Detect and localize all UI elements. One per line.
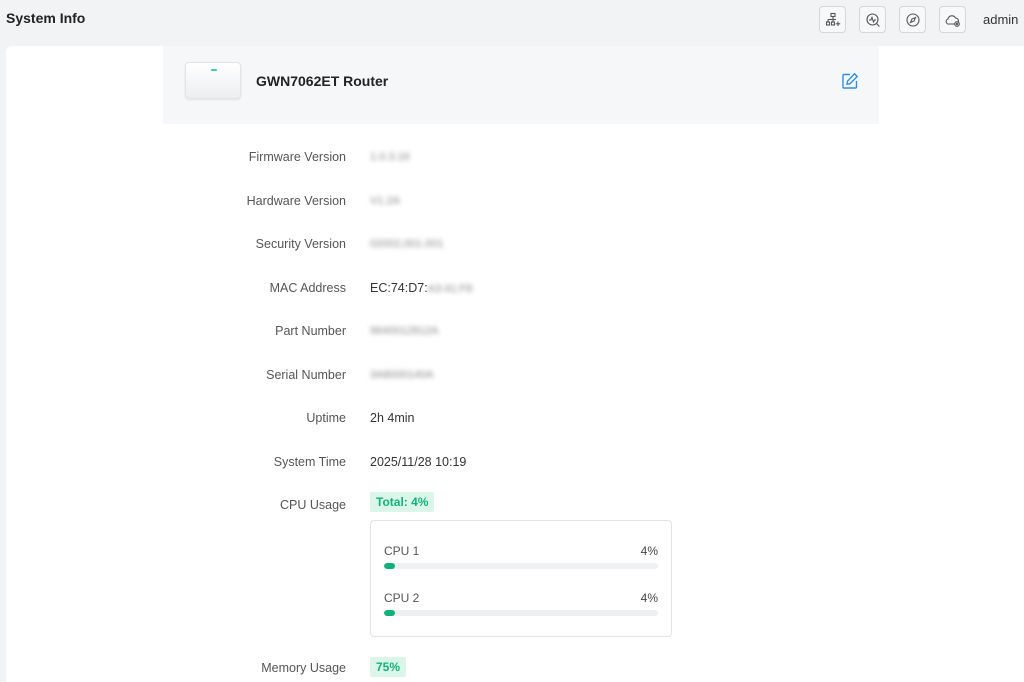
cpu-progress-bar <box>384 610 658 616</box>
compass-icon[interactable] <box>899 6 926 33</box>
cloud-icon[interactable] <box>939 6 966 33</box>
cpu-progress-fill <box>384 563 395 569</box>
cpu-progress-fill <box>384 610 395 616</box>
page-title: System Info <box>6 10 86 26</box>
cpu-percent: 4% <box>640 591 658 605</box>
mac-label: MAC Address <box>269 281 346 295</box>
cpu-usage-row: CPU Usage Total: 4% <box>0 492 1024 512</box>
mac-prefix: EC:74:D7: <box>370 281 428 295</box>
security-row: Security Version 02002,001.001 <box>0 234 1024 254</box>
router-image <box>185 62 241 99</box>
firmware-row: Firmware Version 1.0.3.16 <box>0 147 1024 167</box>
security-value: 02002,001.001 <box>370 238 444 250</box>
device-name: GWN7062ET Router <box>256 73 389 89</box>
hardware-row: Hardware Version V1.2A <box>0 191 1024 211</box>
cpu-percent: 4% <box>640 544 658 558</box>
system-time-label: System Time <box>273 455 346 469</box>
mac-suffix: A3:41:F8 <box>427 283 473 295</box>
cpu-breakdown-panel: CPU 1 4% CPU 2 4% <box>370 520 672 637</box>
system-time-value: 2025/11/28 10:19 <box>370 455 467 469</box>
firmware-label: Firmware Version <box>248 150 346 164</box>
device-header: GWN7062ET Router <box>163 46 879 124</box>
hardware-value: V1.2A <box>370 195 400 207</box>
serial-number-row: Serial Number 3A8000140A <box>0 365 1024 385</box>
system-time-row: System Time 2025/11/28 10:19 <box>0 452 1024 472</box>
uptime-row: Uptime 2h 4min <box>0 408 1024 428</box>
security-label: Security Version <box>255 237 346 251</box>
cpu-usage-label: CPU Usage <box>280 498 346 512</box>
edit-icon[interactable] <box>841 72 859 90</box>
memory-usage-label: Memory Usage <box>261 661 346 675</box>
part-number-label: Part Number <box>275 324 346 338</box>
serial-number-label: Serial Number <box>266 368 346 382</box>
cpu-item: CPU 1 4% <box>384 544 658 584</box>
top-bar: System Info admin <box>0 0 1024 40</box>
mac-row: MAC Address EC:74:D7:A3:41:F8 <box>0 278 1024 298</box>
network-add-icon[interactable] <box>819 6 846 33</box>
diagnose-icon[interactable] <box>859 6 886 33</box>
uptime-value: 2h 4min <box>370 411 415 425</box>
memory-usage-row: Memory Usage 75% <box>0 657 1024 677</box>
part-number-value: 9640012812A <box>370 325 439 337</box>
user-menu[interactable]: admin <box>983 12 1018 27</box>
cpu-progress-bar <box>384 563 658 569</box>
memory-usage-badge: 75% <box>370 657 407 677</box>
cpu-name: CPU 2 <box>384 591 420 605</box>
cpu-item: CPU 2 4% <box>384 591 658 631</box>
part-number-row: Part Number 9640012812A <box>0 321 1024 341</box>
router-led <box>211 69 217 71</box>
mac-value: EC:74:D7:A3:41:F8 <box>370 281 472 295</box>
cpu-total-badge: Total: 4% <box>370 492 435 512</box>
serial-number-value: 3A8000140A <box>370 369 434 381</box>
hardware-label: Hardware Version <box>246 194 346 208</box>
cpu-name: CPU 1 <box>384 544 420 558</box>
firmware-value: 1.0.3.16 <box>370 151 410 163</box>
uptime-label: Uptime <box>306 411 346 425</box>
